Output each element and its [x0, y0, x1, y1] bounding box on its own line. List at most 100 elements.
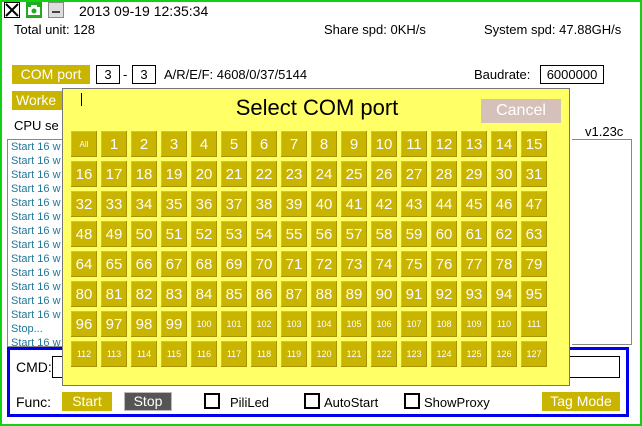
- port-button-21[interactable]: 21: [221, 161, 247, 187]
- port-all-button[interactable]: All: [71, 131, 97, 157]
- port-button-85[interactable]: 85: [221, 281, 247, 307]
- port-button-15[interactable]: 15: [521, 131, 547, 157]
- port-button-8[interactable]: 8: [311, 131, 337, 157]
- port-button-5[interactable]: 5: [221, 131, 247, 157]
- port-button-79[interactable]: 79: [521, 251, 547, 277]
- port-button-84[interactable]: 84: [191, 281, 217, 307]
- port-button-12[interactable]: 12: [431, 131, 457, 157]
- start-button[interactable]: Start: [62, 392, 112, 411]
- port-button-66[interactable]: 66: [131, 251, 157, 277]
- port-button-28[interactable]: 28: [431, 161, 457, 187]
- port-button-42[interactable]: 42: [371, 191, 397, 217]
- port-button-78[interactable]: 78: [491, 251, 517, 277]
- port-button-18[interactable]: 18: [131, 161, 157, 187]
- port-button-19[interactable]: 19: [161, 161, 187, 187]
- port-button-67[interactable]: 67: [161, 251, 187, 277]
- port-button-75[interactable]: 75: [401, 251, 427, 277]
- port-button-34[interactable]: 34: [131, 191, 157, 217]
- port-button-14[interactable]: 14: [491, 131, 517, 157]
- port-button-71[interactable]: 71: [281, 251, 307, 277]
- port-button-112[interactable]: 112: [71, 341, 97, 367]
- port-button-20[interactable]: 20: [191, 161, 217, 187]
- port-button-122[interactable]: 122: [371, 341, 397, 367]
- port-button-55[interactable]: 55: [281, 221, 307, 247]
- port-button-121[interactable]: 121: [341, 341, 367, 367]
- port-button-60[interactable]: 60: [431, 221, 457, 247]
- port-button-61[interactable]: 61: [461, 221, 487, 247]
- port-button-80[interactable]: 80: [71, 281, 97, 307]
- port-button-100[interactable]: 100: [191, 311, 217, 337]
- port-button-47[interactable]: 47: [521, 191, 547, 217]
- port-button-7[interactable]: 7: [281, 131, 307, 157]
- port-button-54[interactable]: 54: [251, 221, 277, 247]
- port-button-124[interactable]: 124: [431, 341, 457, 367]
- port-button-25[interactable]: 25: [341, 161, 367, 187]
- com-from-input[interactable]: 3: [96, 65, 120, 84]
- port-button-22[interactable]: 22: [251, 161, 277, 187]
- port-button-2[interactable]: 2: [131, 131, 157, 157]
- port-button-33[interactable]: 33: [101, 191, 127, 217]
- camera-icon[interactable]: [26, 2, 42, 18]
- port-button-3[interactable]: 3: [161, 131, 187, 157]
- port-button-45[interactable]: 45: [461, 191, 487, 217]
- showproxy-checkbox[interactable]: [404, 393, 420, 409]
- port-button-23[interactable]: 23: [281, 161, 307, 187]
- port-button-50[interactable]: 50: [131, 221, 157, 247]
- port-button-77[interactable]: 77: [461, 251, 487, 277]
- port-button-31[interactable]: 31: [521, 161, 547, 187]
- port-button-116[interactable]: 116: [191, 341, 217, 367]
- port-button-69[interactable]: 69: [221, 251, 247, 277]
- port-button-93[interactable]: 93: [461, 281, 487, 307]
- port-button-68[interactable]: 68: [191, 251, 217, 277]
- pililed-checkbox[interactable]: [204, 393, 220, 409]
- port-button-92[interactable]: 92: [431, 281, 457, 307]
- port-button-89[interactable]: 89: [341, 281, 367, 307]
- autostart-checkbox[interactable]: [304, 393, 320, 409]
- port-button-64[interactable]: 64: [71, 251, 97, 277]
- port-button-1[interactable]: 1: [101, 131, 127, 157]
- port-button-41[interactable]: 41: [341, 191, 367, 217]
- port-button-119[interactable]: 119: [281, 341, 307, 367]
- port-button-63[interactable]: 63: [521, 221, 547, 247]
- port-button-76[interactable]: 76: [431, 251, 457, 277]
- port-button-27[interactable]: 27: [401, 161, 427, 187]
- port-button-70[interactable]: 70: [251, 251, 277, 277]
- port-button-114[interactable]: 114: [131, 341, 157, 367]
- port-button-118[interactable]: 118: [251, 341, 277, 367]
- tag-mode-button[interactable]: Tag Mode: [542, 392, 620, 411]
- port-button-105[interactable]: 105: [341, 311, 367, 337]
- port-button-43[interactable]: 43: [401, 191, 427, 217]
- com-port-button[interactable]: COM port: [12, 65, 90, 84]
- port-button-125[interactable]: 125: [461, 341, 487, 367]
- port-button-96[interactable]: 96: [71, 311, 97, 337]
- port-button-108[interactable]: 108: [431, 311, 457, 337]
- stop-button[interactable]: Stop: [124, 392, 172, 411]
- port-button-90[interactable]: 90: [371, 281, 397, 307]
- port-button-83[interactable]: 83: [161, 281, 187, 307]
- port-button-110[interactable]: 110: [491, 311, 517, 337]
- port-button-4[interactable]: 4: [191, 131, 217, 157]
- port-button-53[interactable]: 53: [221, 221, 247, 247]
- port-button-49[interactable]: 49: [101, 221, 127, 247]
- port-button-117[interactable]: 117: [221, 341, 247, 367]
- port-button-36[interactable]: 36: [191, 191, 217, 217]
- port-button-82[interactable]: 82: [131, 281, 157, 307]
- port-button-17[interactable]: 17: [101, 161, 127, 187]
- port-button-81[interactable]: 81: [101, 281, 127, 307]
- port-button-35[interactable]: 35: [161, 191, 187, 217]
- port-button-39[interactable]: 39: [281, 191, 307, 217]
- port-button-87[interactable]: 87: [281, 281, 307, 307]
- port-button-10[interactable]: 10: [371, 131, 397, 157]
- baudrate-input[interactable]: 6000000: [540, 65, 604, 84]
- port-button-127[interactable]: 127: [521, 341, 547, 367]
- port-button-16[interactable]: 16: [71, 161, 97, 187]
- port-button-9[interactable]: 9: [341, 131, 367, 157]
- port-button-65[interactable]: 65: [101, 251, 127, 277]
- port-button-13[interactable]: 13: [461, 131, 487, 157]
- port-button-102[interactable]: 102: [251, 311, 277, 337]
- port-button-103[interactable]: 103: [281, 311, 307, 337]
- port-button-62[interactable]: 62: [491, 221, 517, 247]
- port-button-97[interactable]: 97: [101, 311, 127, 337]
- port-button-48[interactable]: 48: [71, 221, 97, 247]
- port-button-11[interactable]: 11: [401, 131, 427, 157]
